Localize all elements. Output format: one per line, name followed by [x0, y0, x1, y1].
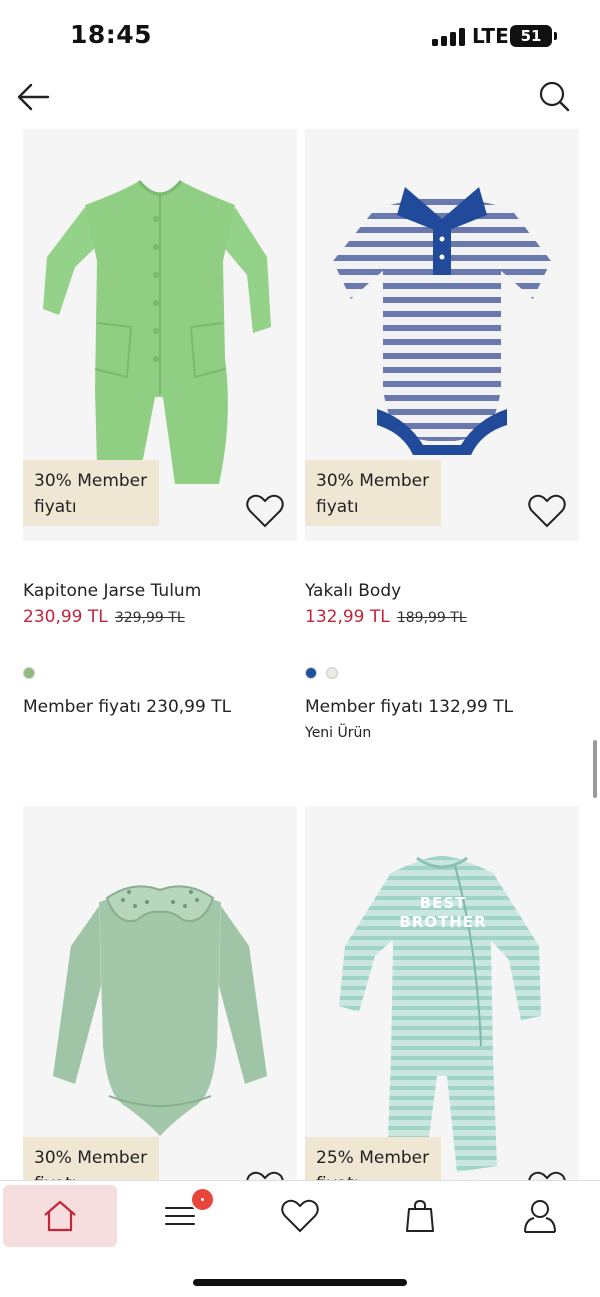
product-name[interactable]: Yakalı Body — [305, 581, 401, 601]
member-price: Member fiyatı 230,99 TL — [23, 697, 232, 717]
product-image[interactable]: 30% Member fiyatı — [305, 129, 579, 541]
notification-badge — [190, 1187, 215, 1212]
product-image[interactable]: BEST BROTHER 25% Member fiyatı — [305, 806, 579, 1218]
home-indicator — [193, 1279, 407, 1286]
product-card[interactable]: 30% Member fiyatı Kapitone Jarse Tulum 2… — [23, 129, 297, 717]
back-button[interactable] — [14, 76, 54, 116]
product-card[interactable]: 30% Member fiyatı Yakalı Body 132,99 TL … — [305, 129, 579, 741]
signal-icon — [432, 28, 466, 46]
network-label: LTE — [472, 24, 509, 48]
user-icon — [524, 1200, 556, 1233]
original-price: 329,99 TL — [114, 610, 185, 626]
color-swatches — [305, 667, 342, 681]
heart-icon[interactable] — [527, 493, 567, 529]
sale-price: 230,99 TL — [23, 607, 108, 627]
product-card[interactable]: BEST BROTHER 25% Member fiyatı — [305, 806, 579, 1218]
heart-icon[interactable] — [245, 493, 285, 529]
badge-line-1: 30% Member — [34, 471, 148, 491]
member-discount-badge: 30% Member fiyatı — [23, 460, 159, 526]
price-row: 230,99 TL 329,99 TL — [23, 607, 185, 627]
color-swatches — [23, 667, 39, 681]
product-image[interactable]: 30% Member fiyatı — [23, 129, 297, 541]
nav-account[interactable] — [483, 1185, 597, 1247]
status-bar: 18:45 LTE 51 — [0, 0, 600, 72]
price-row: 132,99 TL 189,99 TL — [305, 607, 467, 627]
new-product-tag: Yeni Ürün — [305, 725, 372, 741]
nav-home[interactable] — [3, 1185, 117, 1247]
badge-line-1: 30% Member — [316, 471, 430, 491]
nav-cart[interactable] — [363, 1185, 477, 1247]
search-icon — [539, 81, 570, 112]
garment-print-text: BEST BROTHER — [399, 894, 487, 931]
heart-icon — [281, 1199, 319, 1233]
battery-icon: 51 — [510, 25, 557, 47]
nav-favorites[interactable] — [243, 1185, 357, 1247]
status-time: 18:45 — [70, 20, 153, 49]
shopping-bag-icon — [406, 1199, 434, 1232]
nav-menu[interactable] — [123, 1185, 237, 1247]
product-card[interactable]: 30% Member fiyatı — [23, 806, 297, 1218]
member-price: Member fiyatı 132,99 TL — [305, 697, 514, 717]
bottom-navigation — [0, 1180, 600, 1297]
badge-line-1: 25% Member — [316, 1148, 430, 1168]
top-bar — [0, 72, 600, 128]
sale-price: 132,99 TL — [305, 607, 390, 627]
badge-line-2: fiyatı — [316, 497, 359, 517]
color-swatch[interactable] — [23, 667, 35, 679]
color-swatch[interactable] — [305, 667, 317, 679]
color-swatch[interactable] — [326, 667, 339, 679]
product-name[interactable]: Kapitone Jarse Tulum — [23, 581, 201, 601]
badge-line-1: 30% Member — [34, 1148, 148, 1168]
product-image[interactable]: 30% Member fiyatı — [23, 806, 297, 1218]
badge-line-2: fiyatı — [34, 497, 77, 517]
arrow-left-icon — [17, 83, 50, 111]
original-price: 189,99 TL — [396, 610, 467, 626]
search-button[interactable] — [534, 76, 574, 116]
member-discount-badge: 30% Member fiyatı — [305, 460, 441, 526]
scrollbar[interactable] — [593, 740, 597, 798]
home-icon — [44, 1200, 76, 1232]
